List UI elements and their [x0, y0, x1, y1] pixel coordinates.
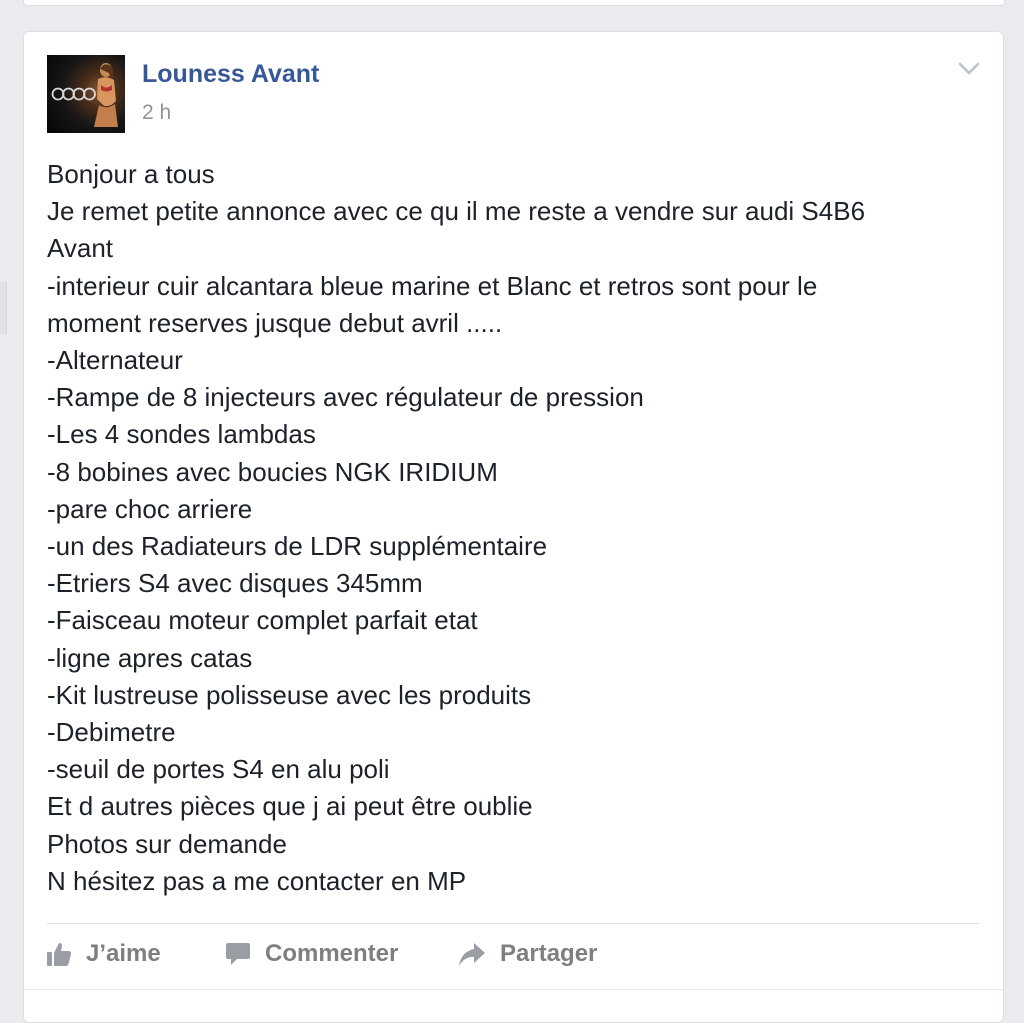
post-text-line: -Faisceau moteur complet parfait etat — [47, 605, 478, 636]
post-text-line: -Rampe de 8 injecteurs avec régulateur d… — [47, 382, 644, 413]
post-text-line: Je remet petite annonce avec ce qu il me… — [47, 196, 866, 227]
like-button[interactable]: J’aime — [46, 938, 161, 970]
post-text-line: -ligne apres catas — [47, 642, 253, 673]
post-card: Louness Avant 2 h Bonjour a tous Je remet… — [23, 31, 1004, 1023]
post-text-line: -8 bobines avec boucies NGK IRIDIUM — [47, 456, 498, 487]
left-sidebar-edge — [0, 282, 7, 334]
comment-label: Commenter — [265, 940, 399, 967]
post-timestamp[interactable]: 2 h — [142, 101, 171, 125]
share-arrow-icon — [459, 943, 485, 966]
post-text-line: N hésitez pas a me contacter en MP — [47, 865, 467, 896]
post-text-line: -Etriers S4 avec disques 345mm — [47, 568, 423, 599]
speech-bubble-icon — [226, 943, 250, 965]
post-text-line: -interieur cuir alcantara bleue marine e… — [47, 270, 818, 301]
like-label: J’aime — [86, 940, 161, 967]
thumbs-up-icon — [47, 942, 72, 966]
post-text-line: -Les 4 sondes lambdas — [47, 419, 316, 450]
post-text-line: moment reserves jusque debut avril ..... — [47, 307, 503, 338]
post-text-line: -un des Radiateurs de LDR supplémentaire — [47, 531, 548, 562]
post-text-line: -Alternateur — [47, 345, 183, 376]
author-name[interactable]: Louness Avant — [142, 60, 319, 89]
divider — [47, 923, 979, 924]
post-text-line: -Kit lustreuse polisseuse avec les produ… — [47, 679, 532, 710]
post-text-line: -seuil de portes S4 en alu poli — [47, 754, 390, 785]
post-text-line: Et d autres pièces que j ai peut être ou… — [47, 791, 533, 822]
avatar-figure-image — [94, 63, 118, 127]
share-label: Partager — [500, 940, 598, 967]
post-text-line: -pare choc arriere — [47, 493, 253, 524]
post-text-line: -Debimetre — [47, 717, 176, 748]
post-text-line: Avant — [47, 233, 114, 264]
share-button[interactable]: Partager — [458, 938, 597, 970]
comment-button[interactable]: Commenter — [225, 938, 398, 970]
post-text-line: Photos sur demande — [47, 828, 287, 859]
card-footer-rule — [24, 989, 1003, 990]
post-text-line: Bonjour a tous — [47, 159, 215, 189]
chevron-down-icon[interactable] — [957, 60, 981, 78]
avatar[interactable] — [47, 55, 125, 133]
previous-post-card — [23, 0, 1005, 6]
post-text: Bonjour a tous Je remet petite annonce av… — [47, 156, 967, 900]
